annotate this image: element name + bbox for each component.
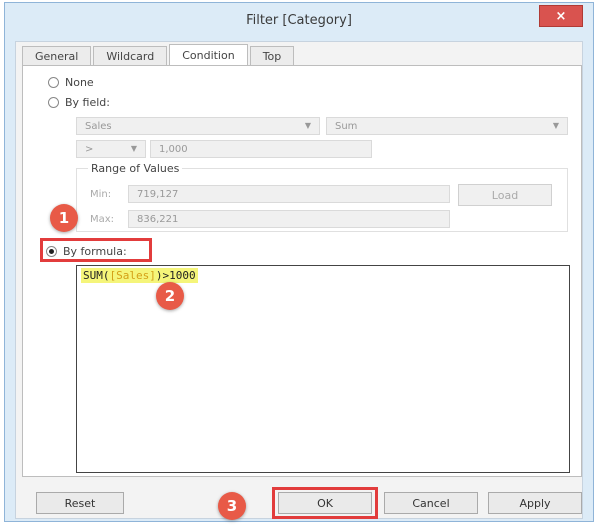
formula-editor[interactable]: SUM([Sales])>1000 xyxy=(76,265,570,473)
tab-condition[interactable]: Condition xyxy=(169,44,248,66)
min-field: 719,127 xyxy=(128,185,450,203)
formula-comparison: )>1000 xyxy=(155,269,196,282)
field-select-value: Sales xyxy=(85,120,112,132)
radio-none[interactable]: None xyxy=(48,76,94,89)
apply-button[interactable]: Apply xyxy=(488,492,582,514)
formula-field: [Sales] xyxy=(109,269,156,282)
tab-top[interactable]: Top xyxy=(249,46,295,66)
step-badge-1: 1 xyxy=(50,204,78,232)
tab-general[interactable]: General xyxy=(22,46,92,66)
aggregation-select-value: Sum xyxy=(335,120,358,132)
field-select[interactable]: Sales ▼ xyxy=(76,117,320,135)
value-field[interactable]: 1,000 xyxy=(150,140,372,158)
window-title: Filter [Category] xyxy=(246,13,352,28)
chevron-down-icon: ▼ xyxy=(304,121,311,130)
formula-function: SUM( xyxy=(83,269,110,282)
range-of-values-label: Range of Values xyxy=(88,162,183,175)
max-value: 836,221 xyxy=(137,213,179,225)
step-badge-2: 2 xyxy=(156,282,184,310)
title-bar: Filter [Category] × xyxy=(5,3,593,37)
chevron-down-icon: ▼ xyxy=(552,121,559,130)
max-label: Max: xyxy=(90,214,115,225)
callout-box-1 xyxy=(40,238,152,262)
radio-by-field[interactable]: By field: xyxy=(48,96,110,109)
cancel-button[interactable]: Cancel xyxy=(384,492,478,514)
value-field-text: 1,000 xyxy=(159,143,188,155)
close-button[interactable]: × xyxy=(539,5,583,27)
min-label: Min: xyxy=(90,189,112,200)
reset-button[interactable]: Reset xyxy=(36,492,124,514)
min-value: 719,127 xyxy=(137,188,179,200)
tab-wildcard[interactable]: Wildcard xyxy=(93,46,168,66)
radio-none-label: None xyxy=(65,76,94,89)
radio-none-circle[interactable] xyxy=(48,77,59,88)
callout-box-3 xyxy=(272,487,378,519)
operator-select-value: > xyxy=(85,143,94,155)
aggregation-select[interactable]: Sum ▼ xyxy=(326,117,568,135)
formula-text: SUM([Sales])>1000 xyxy=(81,268,198,283)
operator-select[interactable]: > ▼ xyxy=(76,140,146,158)
chevron-down-icon: ▼ xyxy=(130,144,137,153)
radio-by-field-circle[interactable] xyxy=(48,97,59,108)
tab-bar: General Wildcard Condition Top xyxy=(22,44,296,66)
radio-by-field-label: By field: xyxy=(65,96,110,109)
step-badge-3: 3 xyxy=(218,492,246,520)
load-button[interactable]: Load xyxy=(458,184,552,206)
max-field: 836,221 xyxy=(128,210,450,228)
